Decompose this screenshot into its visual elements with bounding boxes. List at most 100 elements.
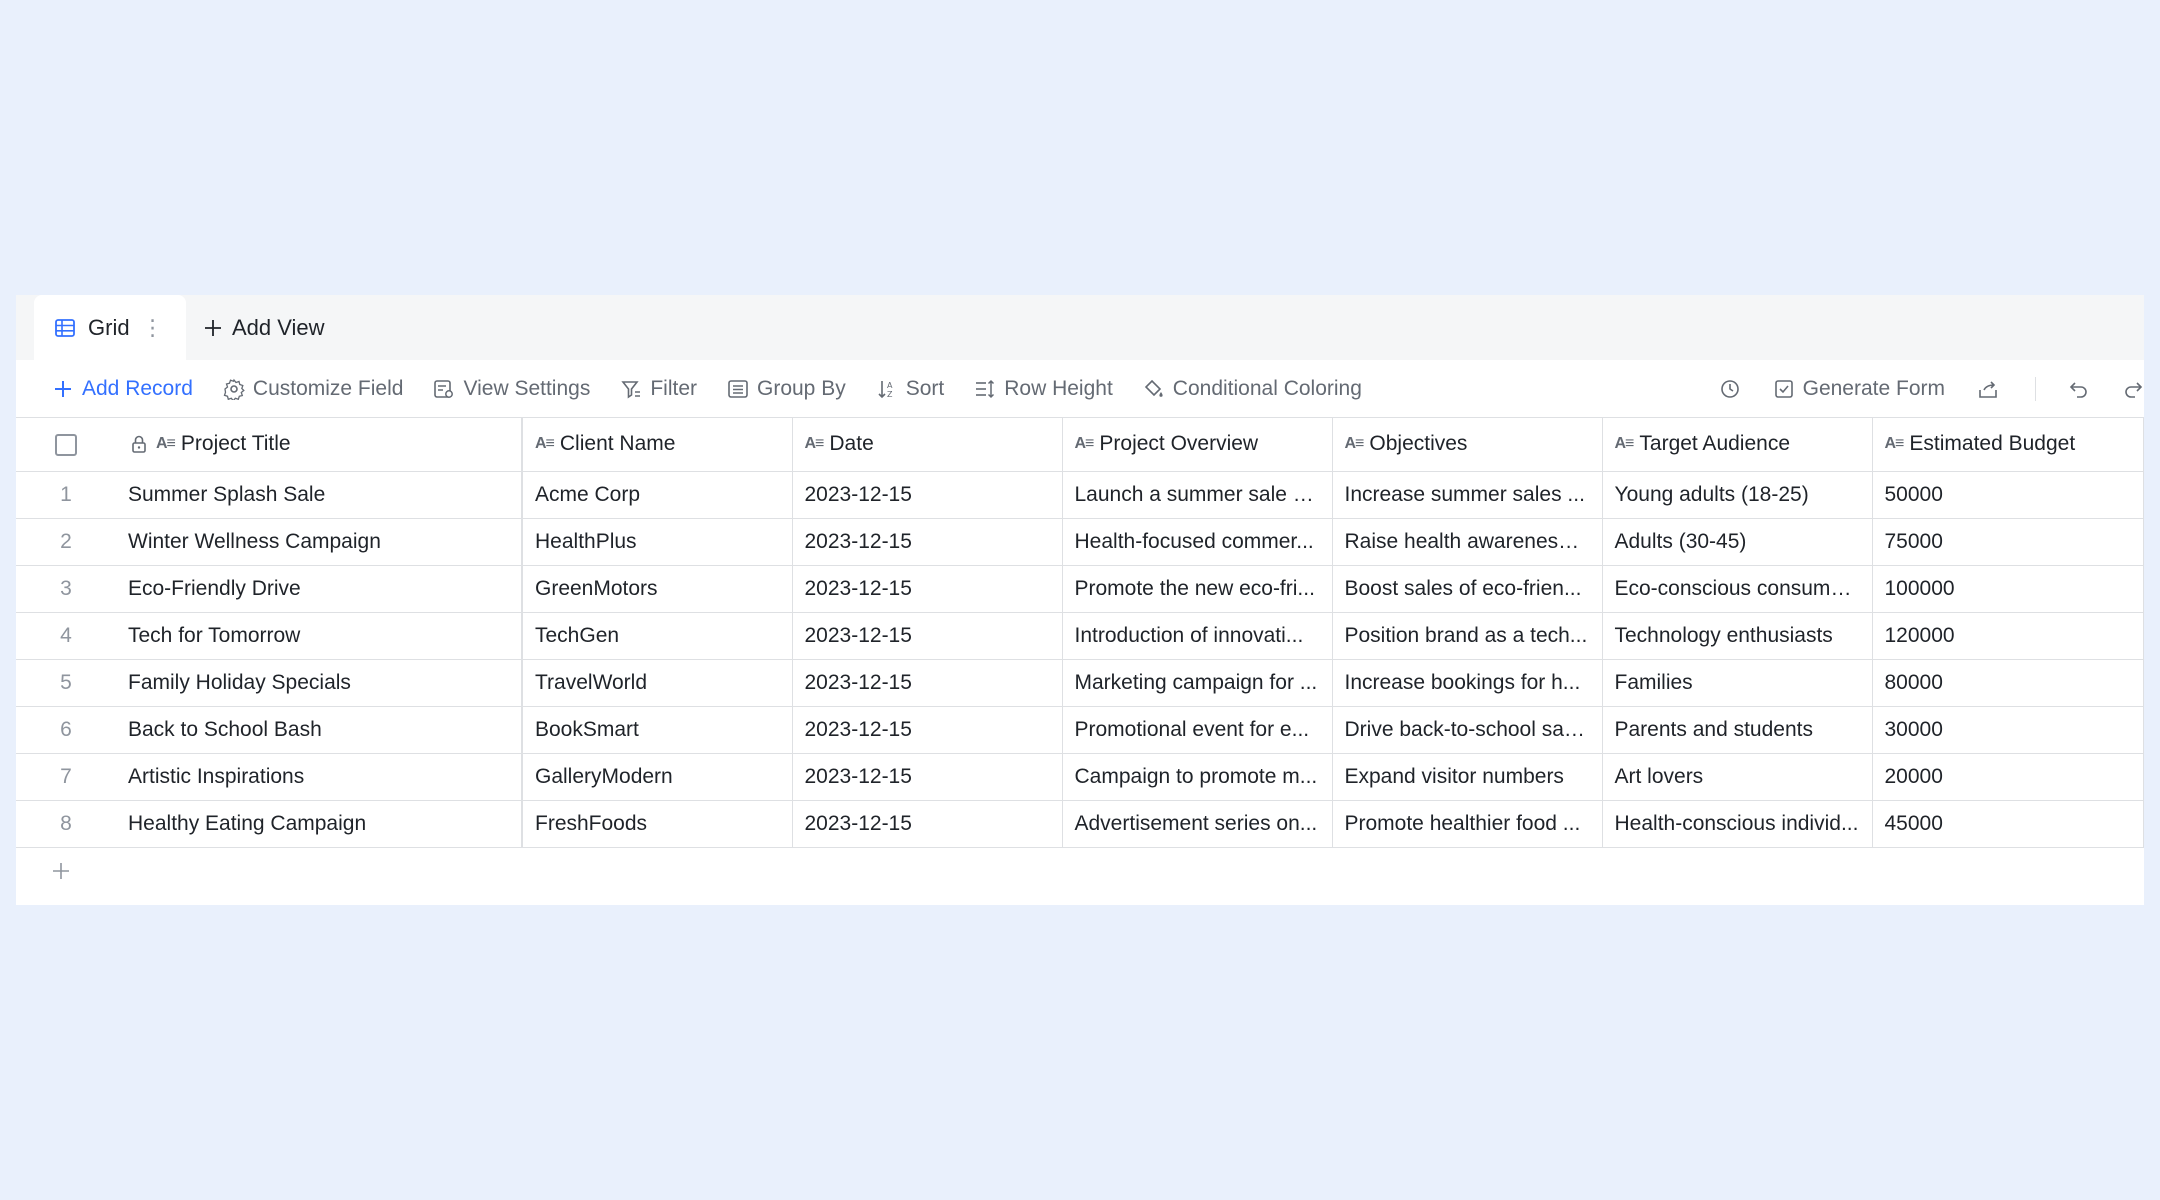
table-row[interactable]: 8 Healthy Eating Campaign FreshFoods 202…: [16, 800, 2144, 848]
cell-objectives[interactable]: Drive back-to-school sales: [1332, 706, 1603, 754]
cell-project-title[interactable]: Back to School Bash: [116, 706, 523, 754]
cell-client-name[interactable]: TravelWorld: [522, 659, 793, 707]
cell-date[interactable]: 2023-12-15: [792, 706, 1063, 754]
cell-client-name[interactable]: FreshFoods: [522, 800, 793, 848]
cell-date[interactable]: 2023-12-15: [792, 753, 1063, 801]
cell-date[interactable]: 2023-12-15: [792, 800, 1063, 848]
column-header-project-overview[interactable]: A≡ Project Overview: [1062, 418, 1333, 472]
cell-date[interactable]: 2023-12-15: [792, 565, 1063, 613]
cell-target-audience[interactable]: Health-conscious individ...: [1602, 800, 1873, 848]
view-settings-button[interactable]: View Settings: [433, 377, 590, 401]
text-field-icon: A≡: [1074, 435, 1095, 453]
cell-date[interactable]: 2023-12-15: [792, 612, 1063, 660]
row-height-label: Row Height: [1004, 376, 1113, 400]
cell-project-title[interactable]: Family Holiday Specials: [116, 659, 523, 707]
cell-objectives[interactable]: Position brand as a tech...: [1332, 612, 1603, 660]
cell-project-overview[interactable]: Campaign to promote m...: [1062, 753, 1333, 801]
cell-client-name[interactable]: Acme Corp: [522, 471, 793, 519]
column-header-client-name[interactable]: A≡ Client Name: [522, 418, 793, 472]
table-row[interactable]: 3 Eco-Friendly Drive GreenMotors 2023-12…: [16, 565, 2144, 613]
group-by-button[interactable]: Group By: [727, 377, 846, 401]
cell-estimated-budget[interactable]: 80000: [1872, 659, 2144, 707]
cell-project-overview[interactable]: Marketing campaign for ...: [1062, 659, 1333, 707]
share-button[interactable]: [1977, 378, 1999, 400]
text-field-icon: A≡: [156, 435, 176, 453]
cell-date[interactable]: 2023-12-15: [792, 471, 1063, 519]
cell-project-title[interactable]: Healthy Eating Campaign: [116, 800, 523, 848]
cell-project-title[interactable]: Eco-Friendly Drive: [116, 565, 523, 613]
history-button[interactable]: [1719, 378, 1741, 400]
cell-target-audience[interactable]: Art lovers: [1602, 753, 1873, 801]
sort-icon: AZ: [878, 380, 893, 399]
cell-objectives[interactable]: Increase summer sales ...: [1332, 471, 1603, 519]
cell-objectives[interactable]: Promote healthier food ...: [1332, 800, 1603, 848]
cell-target-audience[interactable]: Young adults (18-25): [1602, 471, 1873, 519]
cell-project-overview[interactable]: Promotional event for e...: [1062, 706, 1333, 754]
cell-target-audience[interactable]: Parents and students: [1602, 706, 1873, 754]
cell-target-audience[interactable]: Technology enthusiasts: [1602, 612, 1873, 660]
cell-target-audience[interactable]: Families: [1602, 659, 1873, 707]
cell-project-title[interactable]: Summer Splash Sale: [116, 471, 523, 519]
cell-date[interactable]: 2023-12-15: [792, 659, 1063, 707]
add-view-button[interactable]: Add View: [202, 295, 325, 360]
cell-project-overview[interactable]: Promote the new eco-fri...: [1062, 565, 1333, 613]
cell-client-name[interactable]: GreenMotors: [522, 565, 793, 613]
row-number: 5: [16, 659, 116, 707]
cell-date[interactable]: 2023-12-15: [792, 518, 1063, 566]
view-settings-label: View Settings: [463, 376, 591, 400]
more-options-icon[interactable]: ⋮: [142, 315, 164, 341]
cell-project-title[interactable]: Tech for Tomorrow: [116, 612, 523, 660]
table-row[interactable]: 5 Family Holiday Specials TravelWorld 20…: [16, 659, 2144, 707]
redo-button[interactable]: [2122, 378, 2144, 400]
text-field-icon: A≡: [1344, 435, 1365, 453]
customize-field-button[interactable]: Customize Field: [223, 376, 404, 401]
paint-bucket-icon: [1144, 379, 1163, 397]
column-header-target-audience[interactable]: A≡ Target Audience: [1602, 418, 1873, 472]
column-header-project-title[interactable]: A≡ Project Title: [116, 418, 523, 472]
sort-button[interactable]: AZ Sort: [876, 376, 945, 401]
cell-client-name[interactable]: TechGen: [522, 612, 793, 660]
select-all-checkbox[interactable]: [55, 433, 77, 456]
column-header-objectives[interactable]: A≡ Objectives: [1332, 418, 1603, 472]
conditional-coloring-button[interactable]: Conditional Coloring: [1143, 377, 1362, 401]
cell-estimated-budget[interactable]: 45000: [1872, 800, 2144, 848]
cell-project-overview[interactable]: Health-focused commer...: [1062, 518, 1333, 566]
cell-client-name[interactable]: BookSmart: [522, 706, 793, 754]
column-header-estimated-budget[interactable]: A≡ Estimated Budget: [1872, 418, 2144, 472]
add-row-button[interactable]: [16, 848, 2144, 895]
cell-objectives[interactable]: Boost sales of eco-frien...: [1332, 565, 1603, 613]
cell-target-audience[interactable]: Adults (30-45): [1602, 518, 1873, 566]
cell-estimated-budget[interactable]: 50000: [1872, 471, 2144, 519]
undo-button[interactable]: [2068, 378, 2090, 400]
generate-form-button[interactable]: Generate Form: [1773, 377, 1945, 401]
cell-estimated-budget[interactable]: 100000: [1872, 565, 2144, 613]
cell-estimated-budget[interactable]: 30000: [1872, 706, 2144, 754]
cell-project-overview[interactable]: Advertisement series on...: [1062, 800, 1333, 848]
customize-field-label: Customize Field: [252, 376, 404, 400]
column-header-date[interactable]: A≡ Date: [792, 418, 1063, 472]
cell-objectives[interactable]: Raise health awareness ...: [1332, 518, 1603, 566]
table-row[interactable]: 2 Winter Wellness Campaign HealthPlus 20…: [16, 518, 2144, 566]
cell-estimated-budget[interactable]: 20000: [1872, 753, 2144, 801]
cell-client-name[interactable]: GalleryModern: [522, 753, 793, 801]
cell-project-overview[interactable]: Launch a summer sale s...: [1062, 471, 1333, 519]
row-height-button[interactable]: Row Height: [974, 377, 1113, 401]
cell-estimated-budget[interactable]: 120000: [1872, 612, 2144, 660]
table-row[interactable]: 1 Summer Splash Sale Acme Corp 2023-12-1…: [16, 471, 2144, 519]
cell-project-title[interactable]: Winter Wellness Campaign: [116, 518, 523, 566]
toolbar: Add Record Customize Field View Settings…: [16, 360, 2144, 418]
filter-button[interactable]: Filter: [620, 377, 697, 401]
table-row[interactable]: 6 Back to School Bash BookSmart 2023-12-…: [16, 706, 2144, 754]
cell-objectives[interactable]: Increase bookings for h...: [1332, 659, 1603, 707]
tab-grid[interactable]: Grid ⋮: [34, 295, 186, 360]
table-row[interactable]: 4 Tech for Tomorrow TechGen 2023-12-15 I…: [16, 612, 2144, 660]
add-record-button[interactable]: Add Record: [52, 377, 193, 401]
cell-estimated-budget[interactable]: 75000: [1872, 518, 2144, 566]
table-row[interactable]: 7 Artistic Inspirations GalleryModern 20…: [16, 753, 2144, 801]
cell-project-title[interactable]: Artistic Inspirations: [116, 753, 523, 801]
cell-project-overview[interactable]: Introduction of innovati...: [1062, 612, 1333, 660]
cell-target-audience[interactable]: Eco-conscious consumers: [1602, 565, 1873, 613]
cell-client-name[interactable]: HealthPlus: [522, 518, 793, 566]
cell-objectives[interactable]: Expand visitor numbers: [1332, 753, 1603, 801]
sort-label: Sort: [905, 376, 945, 400]
